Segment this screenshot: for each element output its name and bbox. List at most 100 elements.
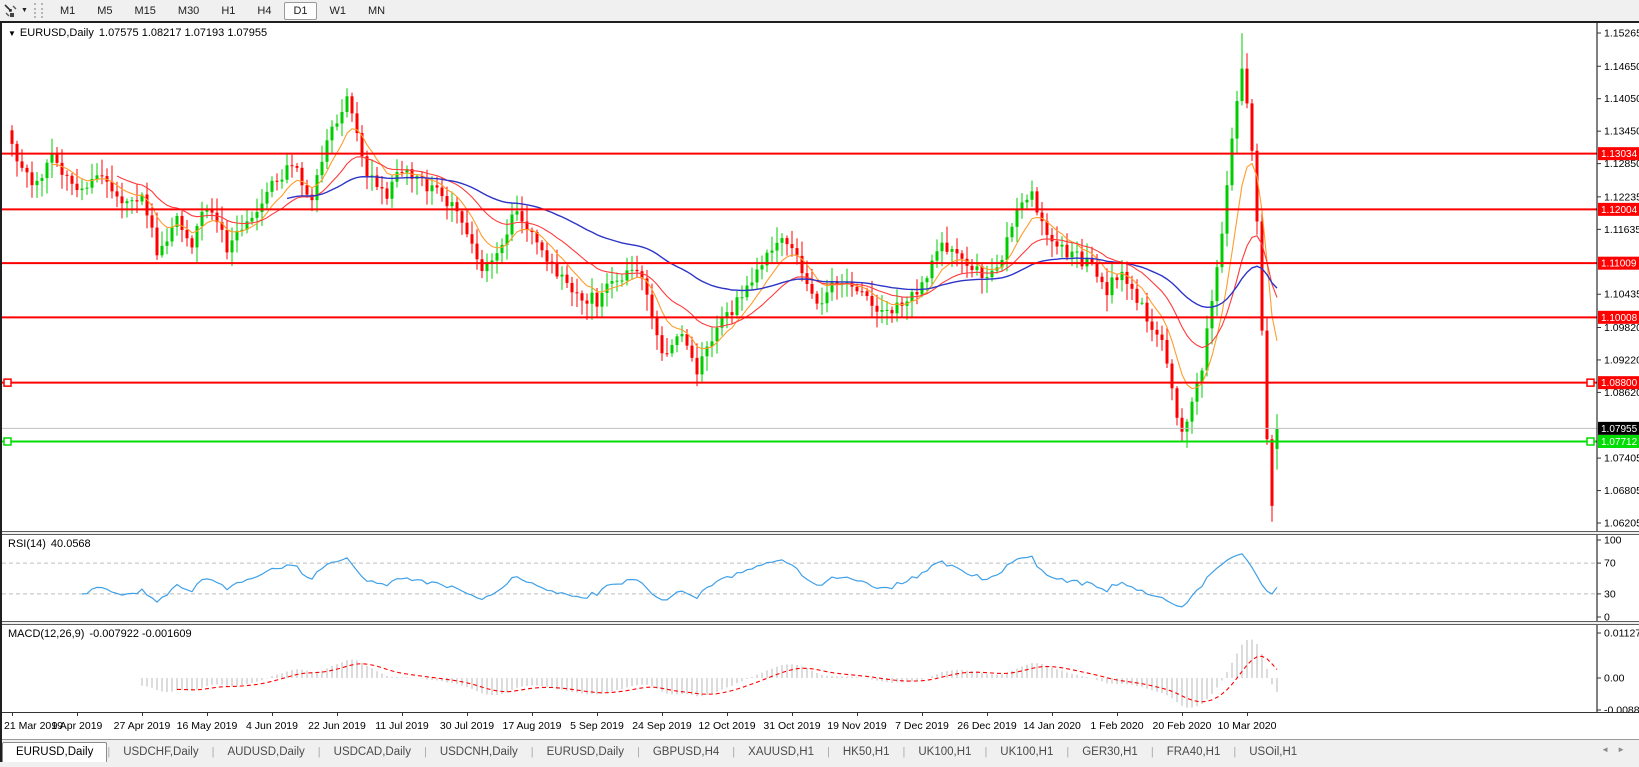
svg-text:70: 70: [1604, 558, 1616, 570]
timeframe-button-d1[interactable]: D1: [284, 2, 316, 20]
tool-dropdown-caret-icon[interactable]: ▼: [21, 7, 28, 14]
chart-title-symbol: EURUSD,Daily: [20, 27, 94, 39]
timeframe-button-m1[interactable]: M1: [51, 2, 84, 20]
date-tick: [77, 713, 78, 716]
rsi-indicator-label: RSI(14) 40.0568: [8, 538, 91, 550]
date-tick: [727, 713, 728, 716]
svg-text:-0.008837: -0.008837: [1604, 705, 1639, 713]
svg-text:1.07712: 1.07712: [1601, 437, 1638, 448]
chart-tab-uk100-h1[interactable]: UK100,H1: [905, 743, 984, 762]
chart-tab-ger30-h1[interactable]: GER30,H1: [1069, 743, 1151, 762]
date-label: 14 Jan 2020: [1023, 720, 1081, 732]
svg-text:1.13034: 1.13034: [1601, 149, 1638, 160]
chart-tab-usdcnh-daily[interactable]: USDCNH,Daily: [427, 743, 531, 762]
timeframe-button-h4[interactable]: H4: [248, 2, 280, 20]
date-tick: [272, 713, 273, 716]
date-label: 16 May 2019: [177, 720, 238, 732]
chart-tab-eurusd-daily[interactable]: EURUSD,Daily: [534, 743, 637, 762]
line-handle[interactable]: [1587, 379, 1594, 386]
date-axis: 21 Mar 20199 Apr 201927 Apr 201916 May 2…: [2, 712, 1639, 739]
tab-scroll-left-icon[interactable]: ◄: [1601, 745, 1617, 754]
svg-text:1.12235: 1.12235: [1604, 191, 1639, 203]
svg-text:1.07405: 1.07405: [1604, 453, 1639, 465]
line-handle[interactable]: [4, 438, 11, 445]
rsi-value: 40.0568: [51, 538, 91, 550]
date-label: 30 Jul 2019: [440, 720, 494, 732]
date-tick: [662, 713, 663, 716]
date-tick: [597, 713, 598, 716]
chart-tab-usdcad-daily[interactable]: USDCAD,Daily: [321, 743, 424, 762]
chart-tab-fra40-h1[interactable]: FRA40,H1: [1154, 743, 1234, 762]
line-handle[interactable]: [1587, 438, 1594, 445]
date-label: 12 Oct 2019: [698, 720, 755, 732]
date-label: 5 Sep 2019: [570, 720, 624, 732]
macd-panel[interactable]: 0.0112770.00-0.008837: [2, 625, 1639, 712]
svg-text:0: 0: [1604, 612, 1610, 622]
date-tick: [207, 713, 208, 716]
svg-text:1.15265: 1.15265: [1604, 28, 1639, 40]
macd-values: -0.007922 -0.001609: [89, 628, 191, 640]
svg-text:1.06205: 1.06205: [1604, 518, 1639, 530]
toolbar-grip[interactable]: [34, 3, 43, 18]
timeframe-button-mn[interactable]: MN: [359, 2, 394, 20]
timeframe-button-m30[interactable]: M30: [169, 2, 208, 20]
date-tick: [12, 713, 13, 716]
chart-tool-group: ▼: [0, 0, 49, 21]
svg-text:1.08800: 1.08800: [1601, 378, 1638, 389]
date-label: 24 Sep 2019: [632, 720, 692, 732]
line-handle[interactable]: [4, 379, 11, 386]
rsi-panel[interactable]: 10070300: [2, 535, 1639, 621]
date-tick: [857, 713, 858, 716]
chart-tab-usoil-h1[interactable]: USOil,H1: [1236, 743, 1310, 762]
chart-tab-uk100-h1[interactable]: UK100,H1: [987, 743, 1066, 762]
date-label: 31 Oct 2019: [763, 720, 820, 732]
date-label: 27 Apr 2019: [114, 720, 171, 732]
svg-text:1.11009: 1.11009: [1601, 259, 1637, 270]
mt4-terminal: ▼ M1M5 M15M30H1H4D1 W1MN ▼ EURUSD,Daily 1.07…: [0, 0, 1639, 767]
chart-tab-xauusd-h1[interactable]: XAUUSD,H1: [735, 743, 827, 762]
date-label: 20 Feb 2020: [1153, 720, 1212, 732]
chart-tab-hk50-h1[interactable]: HK50,H1: [830, 743, 903, 762]
collapse-triangle-icon[interactable]: ▼: [8, 29, 16, 38]
date-label: 10 Mar 2020: [1218, 720, 1277, 732]
chart-tab-gbpusd-h4[interactable]: GBPUSD,H4: [640, 743, 732, 762]
date-label: 22 Jun 2019: [308, 720, 366, 732]
timeframe-button-m15[interactable]: M15: [126, 2, 165, 20]
date-label: 4 Jun 2019: [246, 720, 298, 732]
cursor-tool-icon[interactable]: [2, 3, 20, 19]
date-label: 26 Dec 2019: [957, 720, 1017, 732]
date-tick: [1117, 713, 1118, 716]
svg-text:1.13450: 1.13450: [1604, 126, 1639, 138]
chart-title-ohlc: 1.07575 1.08217 1.07193 1.07955: [99, 27, 267, 39]
chart-tab-usdchf-daily[interactable]: USDCHF,Daily: [110, 743, 211, 762]
macd-indicator-label: MACD(12,26,9) -0.007922 -0.001609: [8, 628, 192, 640]
svg-text:1.10008: 1.10008: [1601, 313, 1638, 324]
timeframe-button-h1[interactable]: H1: [212, 2, 244, 20]
date-tick: [1052, 713, 1053, 716]
chart-tab-eurusd-daily[interactable]: EURUSD,Daily: [2, 742, 107, 763]
svg-text:1.09220: 1.09220: [1604, 354, 1639, 366]
svg-text:1.11635: 1.11635: [1604, 224, 1639, 236]
timeframe-buttons: M1M5 M15M30H1H4D1 W1MN: [49, 0, 396, 21]
timeframe-button-w1[interactable]: W1: [321, 2, 356, 20]
svg-text:1.10435: 1.10435: [1604, 289, 1639, 301]
date-label: 1 Feb 2020: [1090, 720, 1143, 732]
svg-text:1.14650: 1.14650: [1604, 61, 1639, 73]
date-tick: [792, 713, 793, 716]
tab-scroll-arrows: ◄►: [1601, 745, 1633, 754]
chart-tab-audusd-daily[interactable]: AUDUSD,Daily: [214, 743, 317, 762]
rsi-name: RSI(14): [8, 538, 46, 550]
chart-tabs: EURUSD,Daily|USDCHF,Daily|AUDUSD,Daily|U…: [2, 742, 1310, 762]
macd-name: MACD(12,26,9): [8, 628, 84, 640]
date-label: 9 Apr 2019: [52, 720, 103, 732]
timeframe-button-m5[interactable]: M5: [88, 2, 121, 20]
svg-text:1.14050: 1.14050: [1604, 93, 1639, 105]
chart-window: ▼ EURUSD,Daily 1.07575 1.08217 1.07193 1.0…: [0, 21, 1639, 762]
tab-scroll-right-icon[interactable]: ►: [1617, 745, 1633, 754]
main-price-chart[interactable]: 1.152651.146501.140501.134501.128501.122…: [2, 23, 1639, 531]
date-label: 7 Dec 2019: [895, 720, 949, 732]
date-tick: [402, 713, 403, 716]
svg-text:1.07955: 1.07955: [1601, 424, 1638, 435]
svg-text:0.011277: 0.011277: [1604, 628, 1639, 640]
chart-title: ▼ EURUSD,Daily 1.07575 1.08217 1.07193 1.0…: [8, 27, 267, 39]
